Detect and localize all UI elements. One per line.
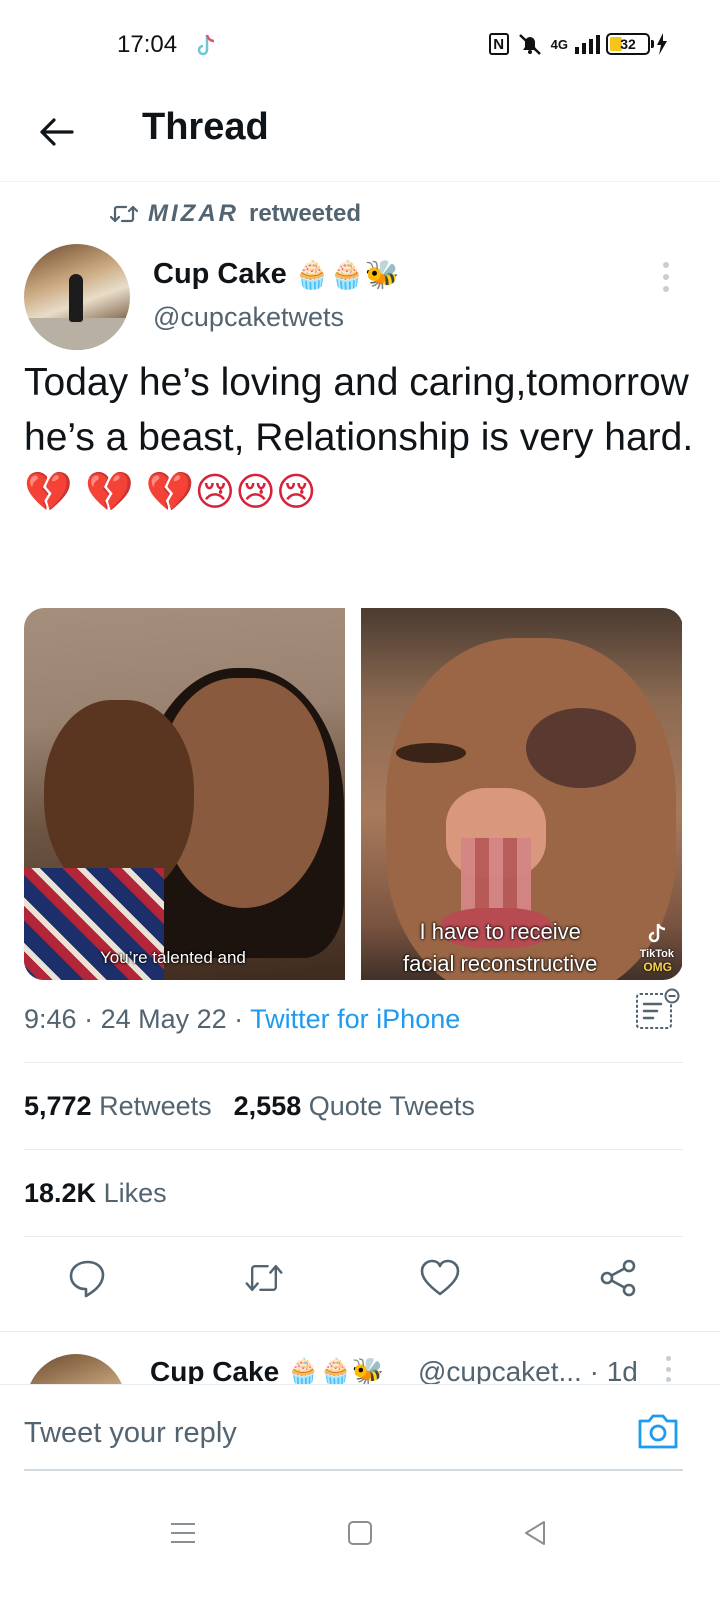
- tweet-actions: [0, 1258, 720, 1314]
- retweet-icon: [245, 1264, 283, 1291]
- reply-avatar[interactable]: [26, 1354, 126, 1384]
- camera-icon[interactable]: [636, 1409, 680, 1453]
- tweet-date: 24 May 22: [100, 1004, 227, 1034]
- back-button[interactable]: [34, 110, 78, 154]
- heart-icon: [420, 1259, 460, 1296]
- tweet-source-link[interactable]: Twitter for iPhone: [250, 1004, 460, 1034]
- retweeted-label: retweeted: [248, 200, 362, 227]
- author-name: Cup Cake: [153, 258, 287, 290]
- likes-stats[interactable]: 18.2K Likes: [24, 1178, 167, 1209]
- reply-composer: [0, 1384, 720, 1472]
- reply-author-emojis: 🧁🧁🐝: [287, 1357, 385, 1384]
- more-options-button[interactable]: [656, 262, 676, 292]
- network-type-icon: 4G: [550, 36, 568, 52]
- share-button[interactable]: [598, 1258, 638, 1298]
- retweet-icon: [110, 205, 138, 223]
- tiktok-watermark: TikTok: [640, 923, 674, 960]
- retweet-button[interactable]: [244, 1258, 284, 1298]
- author-name-row[interactable]: Cup Cake 🧁🧁🐝: [153, 258, 399, 291]
- tiktok-notification-icon: [197, 34, 215, 56]
- status-icons: N 4G 32: [488, 32, 668, 56]
- reply-more-button[interactable]: [664, 1356, 672, 1382]
- page-title: Thread: [142, 106, 269, 148]
- signal-icon: [575, 35, 600, 54]
- quotes-stat[interactable]: 2,558 Quote Tweets: [234, 1091, 475, 1121]
- more-dot-icon: [663, 274, 669, 280]
- analytics-icon[interactable]: [633, 988, 681, 1032]
- more-dot-icon: [663, 286, 669, 292]
- divider: [24, 1149, 683, 1150]
- nav-back-button[interactable]: [510, 1508, 560, 1558]
- likes-count: 18.2K: [24, 1178, 97, 1208]
- battery-icon: 32: [606, 33, 654, 55]
- tweet-time: 9:46: [24, 1004, 77, 1034]
- divider: [24, 1062, 683, 1063]
- tweet-text-body: Today he’s loving and caring,tomorrow he…: [24, 361, 700, 459]
- omg-tag: OMG: [643, 960, 672, 974]
- divider: [24, 1236, 683, 1237]
- like-button[interactable]: [420, 1258, 460, 1298]
- battery-level: 32: [620, 36, 636, 52]
- reply-author-name: Cup Cake: [150, 1356, 280, 1384]
- quotes-label: Quote Tweets: [308, 1091, 475, 1121]
- tweet-meta: 9:46 · 24 May 22 · Twitter for iPhone: [24, 1004, 461, 1034]
- reply-button[interactable]: [68, 1258, 108, 1298]
- home-square-icon: [348, 1521, 372, 1545]
- media-caption-2: I have to receive facial reconstructive: [403, 919, 598, 976]
- quotes-count: 2,558: [233, 1091, 302, 1121]
- author-avatar[interactable]: [24, 244, 130, 350]
- author-name-emojis: 🧁🧁🐝: [294, 258, 400, 291]
- reply-icon: [69, 1260, 105, 1298]
- muted-bell-icon: [518, 34, 541, 55]
- likes-label: Likes: [103, 1178, 167, 1208]
- retweets-label: Retweets: [99, 1091, 212, 1121]
- system-nav-bar: [0, 1490, 720, 1600]
- status-time: 17:04: [117, 31, 178, 58]
- nav-menu-button[interactable]: [158, 1508, 208, 1558]
- retweet-quote-stats: 5,772 Retweets 2,558 Quote Tweets: [24, 1091, 475, 1122]
- arrow-left-icon: [40, 118, 74, 146]
- author-handle[interactable]: @cupcaketwets: [153, 302, 344, 333]
- reply-tweet-preview[interactable]: Cup Cake 🧁🧁🐝 @cupcaket... · 1d: [0, 1332, 720, 1384]
- app-header: Thread: [0, 90, 720, 182]
- media-photo-2[interactable]: I have to receive facial reconstructive …: [361, 608, 682, 980]
- retweeted-by[interactable]: MIZAR retweeted: [110, 200, 361, 228]
- tiktok-icon: [648, 923, 665, 943]
- retweets-stat[interactable]: 5,772 Retweets: [24, 1091, 212, 1121]
- tweet-text: Today he’s loving and caring,tomorrow he…: [24, 355, 696, 520]
- composer-underline: [24, 1469, 683, 1471]
- reply-author-handle: @cupcaket... · 1d: [418, 1356, 638, 1384]
- charging-icon: [657, 33, 667, 55]
- media-caption-1: You’re talented and: [100, 948, 246, 967]
- nav-home-button[interactable]: [335, 1508, 385, 1558]
- menu-icon: [171, 1523, 195, 1543]
- retweeter-name: MIZAR: [148, 200, 239, 227]
- reply-input[interactable]: [24, 1413, 614, 1453]
- tweet-media: You’re talented and I have to receive fa…: [24, 608, 683, 980]
- back-triangle-icon: [525, 1521, 545, 1545]
- status-bar: 17:04 N 4G 32: [0, 0, 720, 90]
- media-photo-1[interactable]: You’re talented and: [24, 608, 345, 980]
- tiktok-label: TikTok: [639, 948, 674, 960]
- reply-author-name-row: Cup Cake 🧁🧁🐝: [150, 1356, 384, 1384]
- retweets-count: 5,772: [24, 1091, 92, 1121]
- nfc-icon: N: [488, 33, 509, 55]
- share-icon: [600, 1259, 636, 1297]
- more-dot-icon: [663, 262, 669, 268]
